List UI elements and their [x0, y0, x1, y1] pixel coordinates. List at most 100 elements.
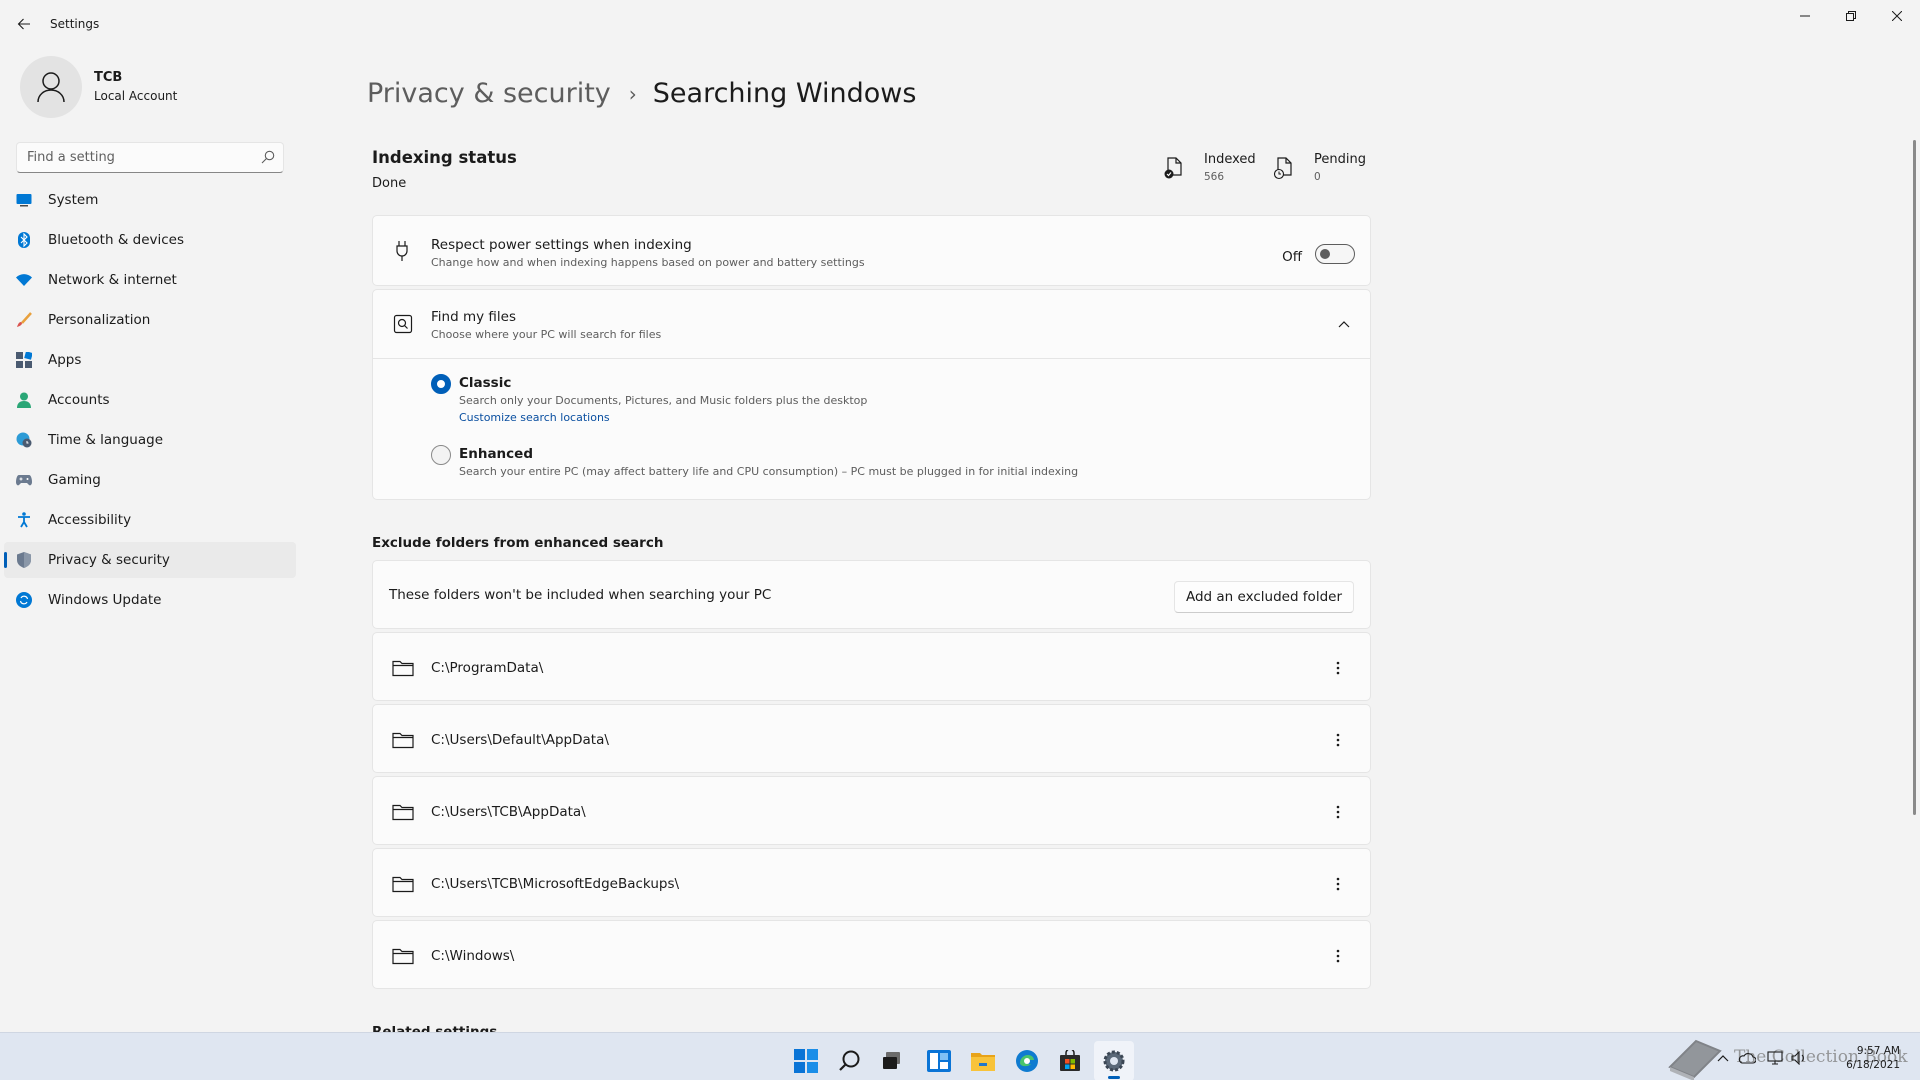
breadcrumb-parent-link[interactable]: Privacy & security	[367, 78, 611, 109]
sidebar-item-label: Gaming	[48, 472, 101, 488]
bluetooth-icon	[16, 232, 32, 248]
file-explorer-button[interactable]	[963, 1041, 1003, 1080]
user-profile[interactable]: TCB Local Account	[20, 56, 300, 120]
folder-icon	[391, 800, 415, 824]
chevron-up-icon[interactable]	[1714, 1049, 1732, 1067]
cloud-icon[interactable]	[1738, 1049, 1756, 1067]
sidebar-item-gaming[interactable]: Gaming	[4, 462, 296, 498]
sidebar-item-label: Windows Update	[48, 592, 162, 608]
brush-icon	[16, 312, 32, 328]
sidebar-item-bluetooth[interactable]: Bluetooth & devices	[4, 222, 296, 258]
exclude-info-card: These folders won't be included when sea…	[372, 560, 1371, 629]
back-button[interactable]	[12, 12, 36, 36]
widgets-button[interactable]	[919, 1041, 959, 1080]
arrow-left-icon	[17, 18, 30, 30]
minimize-icon	[1800, 15, 1810, 17]
indexed-stat: Indexed 566	[1164, 150, 1256, 190]
avatar	[20, 56, 82, 118]
indexed-label: Indexed	[1204, 152, 1256, 167]
find-my-files-description: Choose where your PC will search for fil…	[431, 328, 662, 341]
edge-icon	[1016, 1050, 1038, 1072]
more-options-icon[interactable]	[1328, 944, 1348, 968]
taskbar-search-button[interactable]	[830, 1041, 870, 1080]
pending-count: 0	[1314, 171, 1321, 183]
sidebar-item-system[interactable]: System	[4, 182, 296, 218]
power-settings-toggle[interactable]	[1315, 244, 1355, 264]
sidebar-item-time-language[interactable]: Time & language	[4, 422, 296, 458]
folder-icon	[391, 728, 415, 752]
restore-button[interactable]	[1828, 0, 1874, 32]
list-item[interactable]: C:\Users\Default\AppData\	[372, 704, 1371, 773]
globe-clock-icon	[16, 432, 32, 448]
gamepad-icon	[16, 472, 32, 488]
more-options-icon[interactable]	[1328, 800, 1348, 824]
sidebar-item-label: Accessibility	[48, 512, 132, 528]
folder-icon	[391, 944, 415, 968]
sidebar-item-network[interactable]: Network & internet	[4, 262, 296, 298]
list-item[interactable]: C:\ProgramData\	[372, 632, 1371, 701]
restore-icon	[1846, 11, 1856, 21]
sidebar-item-accounts[interactable]: Accounts	[4, 382, 296, 418]
sidebar-item-windows-update[interactable]: Windows Update	[4, 582, 296, 618]
title-bar: Settings	[0, 0, 1920, 48]
more-options-icon[interactable]	[1328, 656, 1348, 680]
sidebar-item-accessibility[interactable]: Accessibility	[4, 502, 296, 538]
sidebar-item-label: Accounts	[48, 392, 110, 408]
classic-radio[interactable]	[431, 374, 451, 394]
power-plug-icon	[391, 239, 415, 263]
clock-time: 9:57 AM	[1856, 1045, 1900, 1057]
minimize-button[interactable]	[1782, 0, 1828, 32]
search-icon	[839, 1050, 860, 1071]
pending-label: Pending	[1314, 152, 1366, 167]
sidebar-item-label: Bluetooth & devices	[48, 232, 185, 248]
add-excluded-folder-button[interactable]: Add an excluded folder	[1173, 581, 1354, 613]
taskbar-clock[interactable]: 9:57 AM 6/18/2021	[1820, 1044, 1900, 1072]
enhanced-description: Search your entire PC (may affect batter…	[459, 465, 1079, 478]
file-explorer-icon	[971, 1053, 995, 1071]
main-scrollbar[interactable]	[1913, 140, 1916, 815]
search-icon[interactable]	[261, 150, 275, 164]
network-icon[interactable]	[1766, 1049, 1784, 1067]
classic-label: Classic	[459, 375, 512, 391]
sidebar-item-label: Apps	[48, 352, 82, 368]
edge-button[interactable]	[1007, 1041, 1047, 1080]
enhanced-radio[interactable]	[431, 445, 451, 465]
accessibility-icon	[16, 512, 32, 528]
exclude-info-text: These folders won't be included when sea…	[389, 587, 772, 603]
sidebar-item-apps[interactable]: Apps	[4, 342, 296, 378]
sidebar-item-privacy-security[interactable]: Privacy & security	[4, 542, 296, 578]
clock-date: 6/18/2021	[1846, 1059, 1900, 1071]
start-button[interactable]	[786, 1041, 826, 1080]
folder-icon	[391, 656, 415, 680]
breadcrumb-separator: ›	[628, 81, 637, 106]
folder-path: C:\Users\TCB\MicrosoftEdgeBackups\	[431, 876, 680, 892]
list-item[interactable]: C:\Windows\	[372, 920, 1371, 989]
settings-taskbar-button[interactable]	[1094, 1041, 1134, 1080]
more-options-icon[interactable]	[1328, 728, 1348, 752]
breadcrumb: Privacy & security › Searching Windows	[367, 78, 916, 109]
search-input[interactable]	[17, 143, 247, 172]
store-button[interactable]	[1050, 1041, 1090, 1080]
close-icon	[1892, 11, 1902, 21]
settings-search[interactable]	[16, 142, 284, 173]
more-options-icon[interactable]	[1328, 872, 1348, 896]
pending-document-icon	[1274, 157, 1292, 180]
find-my-files-header[interactable]: Find my files Choose where your PC will …	[373, 290, 1370, 358]
customize-search-locations-link[interactable]: Customize search locations	[459, 411, 610, 424]
toggle-state-label: Off	[1282, 249, 1302, 265]
sidebar-item-label: Privacy & security	[48, 552, 170, 568]
list-item[interactable]: C:\Users\TCB\AppData\	[372, 776, 1371, 845]
find-my-files-title: Find my files	[431, 309, 516, 325]
chevron-up-icon[interactable]	[1332, 314, 1356, 334]
list-item[interactable]: C:\Users\TCB\MicrosoftEdgeBackups\	[372, 848, 1371, 917]
sidebar-item-label: System	[48, 192, 99, 208]
shield-icon	[16, 552, 32, 568]
sidebar-item-personalization[interactable]: Personalization	[4, 302, 296, 338]
sidebar-item-label: Personalization	[48, 312, 151, 328]
task-view-icon	[883, 1052, 900, 1069]
pending-stat: Pending 0	[1274, 150, 1374, 190]
task-view-button[interactable]	[872, 1041, 912, 1080]
close-button[interactable]	[1874, 0, 1920, 32]
power-settings-card: Respect power settings when indexing Cha…	[372, 215, 1371, 286]
volume-icon[interactable]	[1790, 1049, 1808, 1067]
